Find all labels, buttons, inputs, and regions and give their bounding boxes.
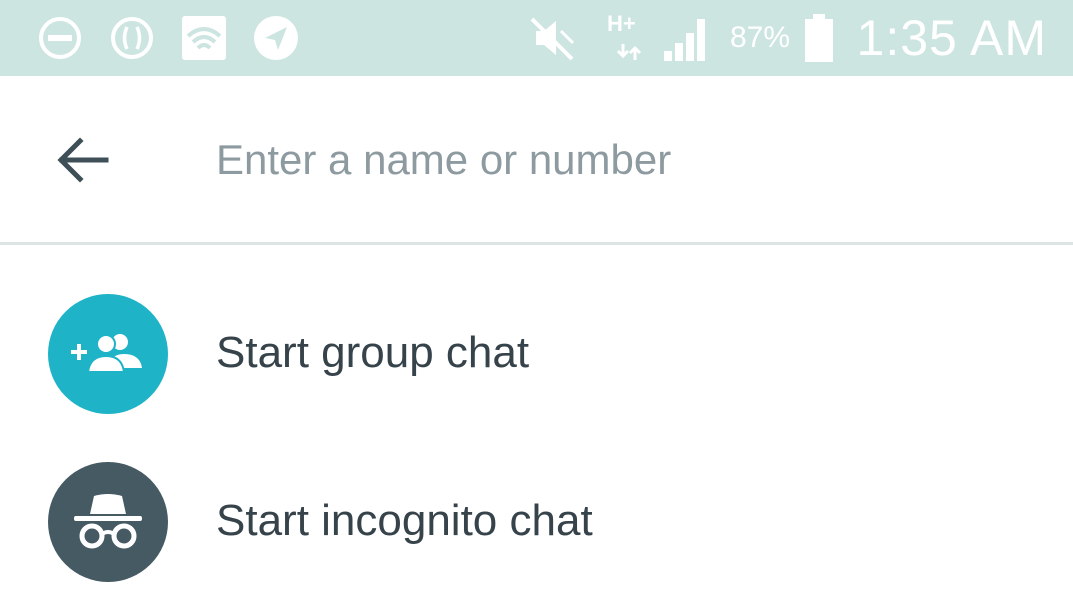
back-button[interactable] — [50, 132, 116, 188]
start-incognito-chat-item[interactable]: Start incognito chat — [0, 446, 1073, 596]
search-header — [0, 76, 1073, 242]
data-arrows-icon — [616, 0, 642, 76]
start-group-chat-item[interactable]: Start group chat — [0, 278, 1073, 428]
start-group-chat-label: Start group chat — [216, 328, 530, 377]
incognito-chat-avatar — [48, 462, 168, 582]
search-input[interactable] — [216, 128, 1036, 192]
location-arrow-icon — [252, 0, 300, 76]
vibrate-icon — [108, 0, 156, 76]
header-divider — [0, 242, 1073, 245]
clock: 1:35 AM — [856, 10, 1047, 66]
add-group-icon — [71, 334, 142, 373]
signal-icon — [662, 0, 712, 76]
status-bar: H+ 87% 1:35 AM — [0, 0, 1073, 76]
battery-percent: 87% — [730, 21, 791, 54]
mute-icon — [528, 0, 578, 76]
wifi-icon — [180, 0, 228, 76]
group-chat-avatar — [48, 294, 168, 414]
start-incognito-chat-label: Start incognito chat — [216, 496, 593, 545]
incognito-icon — [74, 494, 142, 549]
battery-icon — [803, 0, 835, 76]
do-not-disturb-icon — [36, 0, 84, 76]
arrow-back-icon — [57, 137, 109, 183]
